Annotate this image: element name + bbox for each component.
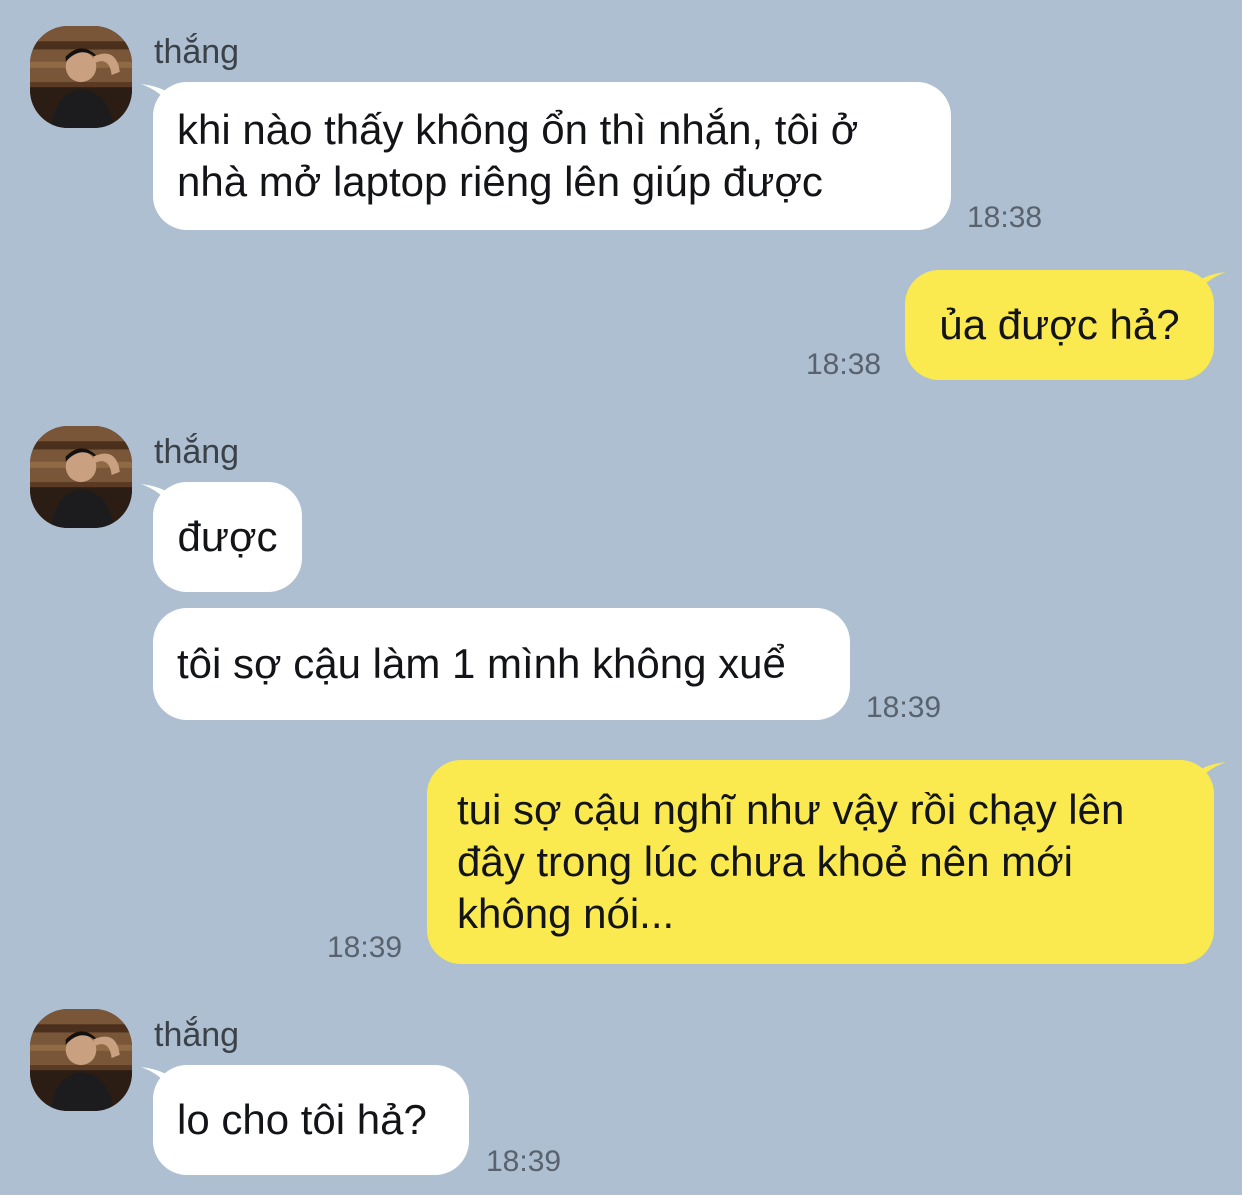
message-text-line: không nói...	[457, 890, 675, 937]
user-photo-avatar-icon	[30, 26, 132, 128]
message-text-line: được	[177, 513, 278, 560]
message-bubble-outgoing[interactable]: ủa được hả?	[905, 270, 1226, 380]
message-text-line: nhà mở laptop riêng lên giúp được	[177, 158, 823, 205]
message-text-line: ủa được hả?	[939, 301, 1180, 348]
contact-avatar[interactable]	[30, 1009, 132, 1111]
contact-avatar[interactable]	[30, 26, 132, 128]
message-text-line: lo cho tôi hả?	[177, 1096, 427, 1143]
sender-name: thắng	[154, 33, 240, 71]
bubble-tail	[141, 484, 171, 508]
user-photo-avatar-icon	[30, 1009, 132, 1111]
sender-name: thắng	[154, 1016, 240, 1054]
bubble-tail	[1196, 762, 1226, 786]
sender-name: thắng	[154, 433, 240, 471]
message-bubble-incoming[interactable]: được	[141, 482, 302, 592]
message-timestamp: 18:39	[327, 931, 403, 964]
message-bubble-incoming[interactable]: tôi sợ cậu làm 1 mình không xuể	[153, 608, 850, 720]
message-text-line: khi nào thấy không ổn thì nhắn, tôi ở	[177, 106, 859, 153]
message-timestamp: 18:39	[866, 691, 942, 724]
bubble-tail	[1196, 272, 1226, 296]
message-text-line: tui sợ cậu nghĩ như vậy rồi chạy lên	[457, 786, 1125, 833]
message-bubble-incoming[interactable]: lo cho tôi hả?	[141, 1065, 469, 1175]
message-bubble-incoming[interactable]: khi nào thấy không ổn thì nhắn, tôi ở nh…	[141, 82, 951, 230]
user-photo-avatar-icon	[30, 426, 132, 528]
message-text-line: tôi sợ cậu làm 1 mình không xuể	[177, 640, 786, 687]
bubble-tail	[141, 84, 171, 108]
message-timestamp: 18:38	[806, 348, 882, 381]
message-timestamp: 18:38	[967, 201, 1043, 234]
message-timestamp: 18:39	[486, 1145, 562, 1178]
contact-avatar[interactable]	[30, 426, 132, 528]
bubble-tail	[141, 1067, 171, 1091]
message-bubble-outgoing[interactable]: tui sợ cậu nghĩ như vậy rồi chạy lên đây…	[427, 760, 1226, 964]
message-text-line: đây trong lúc chưa khoẻ nên mới	[457, 838, 1073, 885]
